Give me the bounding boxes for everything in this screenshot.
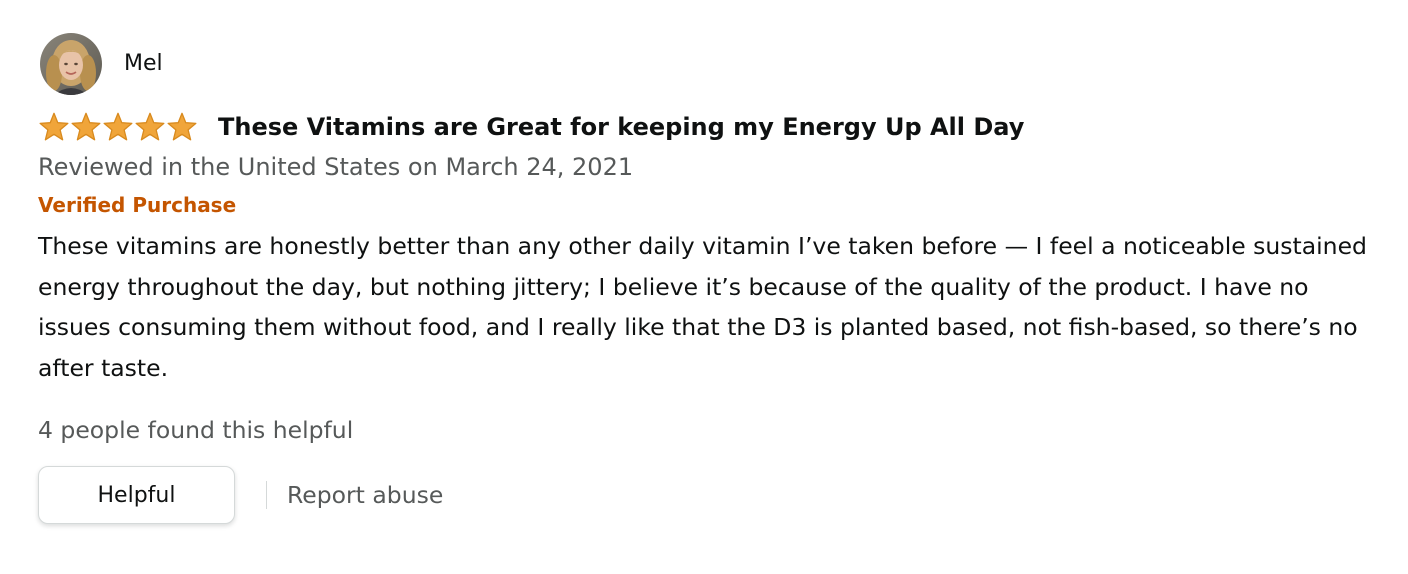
review-title-row: These Vitamins are Great for keeping my … bbox=[38, 110, 1383, 144]
action-divider bbox=[266, 481, 267, 509]
star-icon bbox=[134, 112, 166, 142]
review-actions: Helpful Report abuse bbox=[38, 466, 1383, 524]
review-date: Reviewed in the United States on March 2… bbox=[38, 153, 634, 181]
reviewer-profile[interactable]: Mel bbox=[38, 33, 1383, 95]
star-icon bbox=[70, 112, 102, 142]
star-icon bbox=[166, 112, 198, 142]
report-abuse-link[interactable]: Report abuse bbox=[287, 481, 443, 509]
avatar-photo-icon bbox=[40, 33, 102, 95]
customer-review: Mel These Vitamins are Great for keeping… bbox=[38, 33, 1383, 524]
star-rating[interactable] bbox=[38, 112, 198, 142]
reviewer-name[interactable]: Mel bbox=[124, 53, 163, 75]
helpful-count: 4 people found this helpful bbox=[38, 416, 354, 444]
review-title[interactable]: These Vitamins are Great for keeping my … bbox=[218, 113, 1024, 141]
star-icon bbox=[102, 112, 134, 142]
verified-purchase-badge[interactable]: Verified Purchase bbox=[38, 192, 1383, 218]
review-body: These vitamins are honestly better than … bbox=[38, 232, 1367, 382]
helpful-button[interactable]: Helpful bbox=[38, 466, 235, 524]
star-icon bbox=[38, 112, 70, 142]
reviewer-avatar[interactable] bbox=[40, 33, 102, 95]
